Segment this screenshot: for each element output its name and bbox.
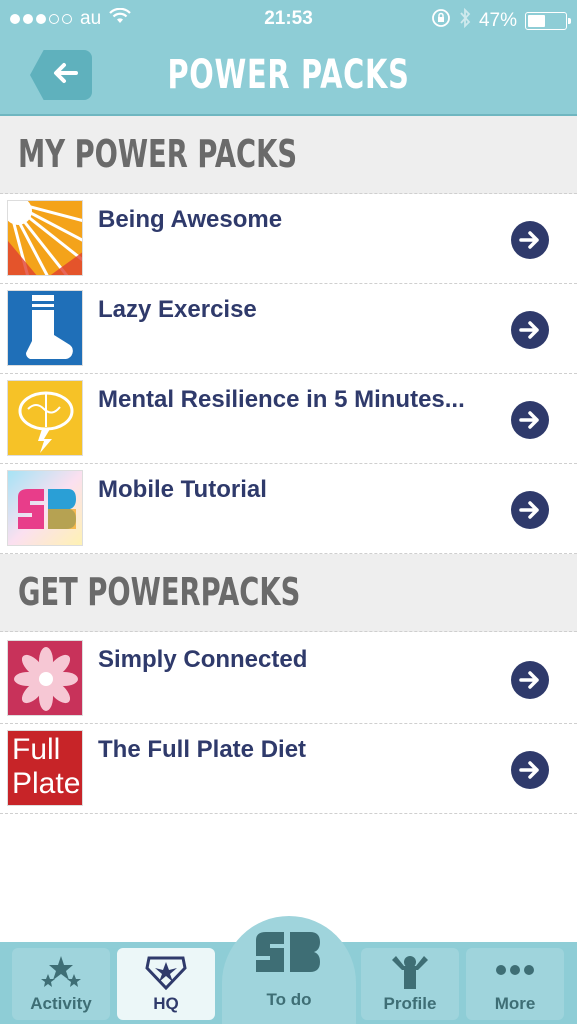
section-title: GET POWERPACKS — [18, 570, 301, 614]
more-dots-icon — [466, 954, 564, 986]
battery-icon — [525, 12, 571, 30]
logo-text-line2: Plate — [12, 767, 81, 800]
list-item[interactable]: Lazy Exercise — [0, 284, 577, 374]
section-title: MY POWER PACKS — [18, 132, 298, 176]
battery-percent: 47% — [478, 10, 517, 31]
arrow-right-icon[interactable] — [511, 311, 549, 349]
logo-text-line1: Full — [12, 733, 61, 766]
arrow-right-icon[interactable] — [511, 661, 549, 699]
tab-label: Activity — [30, 994, 92, 1013]
bluetooth-icon — [459, 7, 471, 34]
battery-fill — [528, 15, 545, 27]
arrow-left-icon — [44, 62, 78, 89]
brain-lightning-icon — [7, 380, 83, 456]
tab-more[interactable]: More — [466, 948, 564, 1020]
list-item-label: Simply Connected — [98, 646, 308, 673]
sb-logo-icon — [7, 470, 83, 546]
nav-bar: POWER PACKS — [0, 36, 577, 116]
tab-profile[interactable]: Profile — [361, 948, 459, 1020]
list-item-label: Mental Resilience in 5 Minutes... — [98, 386, 465, 413]
stars-icon — [12, 954, 110, 990]
tab-todo[interactable]: To do — [222, 916, 356, 1024]
section-header-my-power-packs: MY POWER PACKS — [0, 116, 577, 194]
tab-label: More — [494, 994, 536, 1013]
list-item-label: Mobile Tutorial — [98, 476, 267, 503]
flower-icon — [7, 640, 83, 716]
superhero-emblem-icon — [117, 954, 215, 990]
sunburst-icon — [7, 200, 83, 276]
list-item-label: Being Awesome — [98, 206, 283, 233]
list-item[interactable]: Full Plate The Full Plate Diet — [0, 724, 577, 814]
arrow-right-icon[interactable] — [511, 401, 549, 439]
status-bar: au 21:53 47% — [0, 0, 577, 36]
list-item-label: Lazy Exercise — [98, 296, 257, 323]
sb-logo-icon — [222, 930, 356, 974]
list-item[interactable]: Being Awesome — [0, 194, 577, 284]
tab-bar: Activity HQ To do Profile More — [0, 916, 577, 1024]
list-item[interactable]: Mental Resilience in 5 Minutes... — [0, 374, 577, 464]
sock-icon — [7, 290, 83, 366]
arrow-right-icon[interactable] — [511, 751, 549, 789]
list-item[interactable]: Simply Connected — [0, 634, 577, 724]
tab-label: Profile — [383, 994, 437, 1013]
page-title: POWER PACKS — [167, 52, 410, 98]
tab-label: To do — [266, 990, 312, 1009]
tab-hq[interactable]: HQ — [117, 948, 215, 1020]
status-right: 47% — [431, 7, 571, 34]
arrow-right-icon[interactable] — [511, 491, 549, 529]
full-plate-logo: Full Plate — [7, 730, 83, 806]
tab-label: HQ — [153, 994, 179, 1013]
tab-activity[interactable]: Activity — [12, 948, 110, 1020]
section-header-get-powerpacks: GET POWERPACKS — [0, 554, 577, 632]
arrow-right-icon[interactable] — [511, 221, 549, 259]
rotation-lock-icon — [431, 8, 451, 34]
list-item[interactable]: Mobile Tutorial — [0, 464, 577, 554]
person-arms-up-icon — [361, 954, 459, 990]
list-item-label: The Full Plate Diet — [98, 736, 307, 763]
